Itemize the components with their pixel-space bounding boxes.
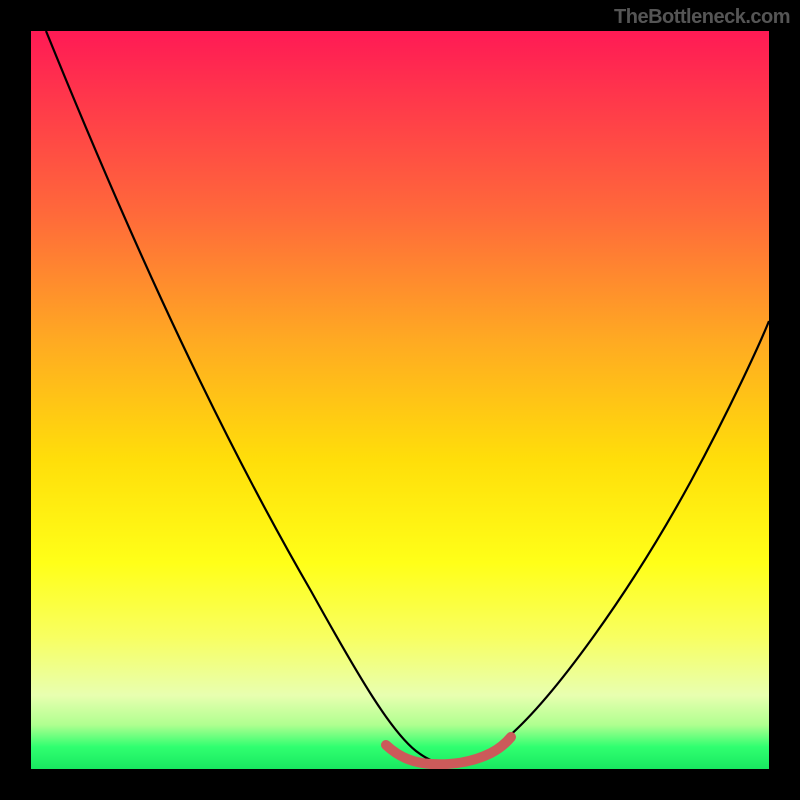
watermark-text: TheBottleneck.com	[614, 6, 790, 29]
chart-gradient-background	[31, 31, 769, 769]
